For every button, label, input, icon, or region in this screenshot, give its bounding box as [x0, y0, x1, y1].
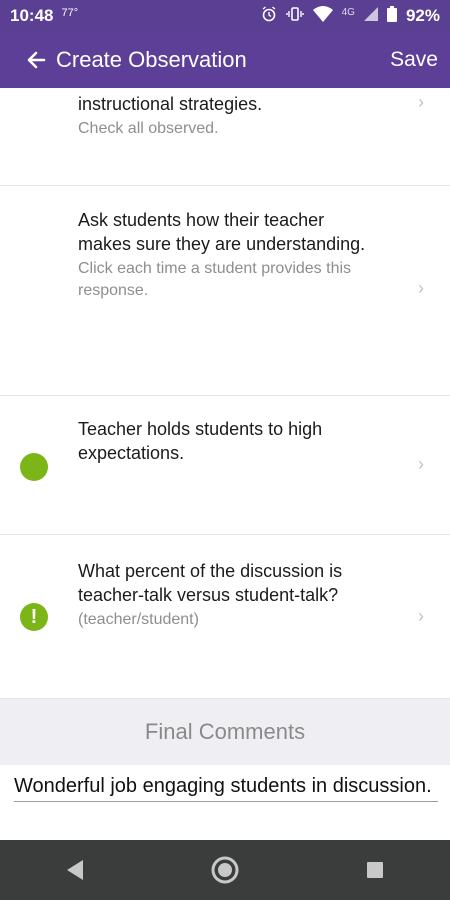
save-button[interactable]: Save — [390, 48, 450, 72]
item-question: Ask students how their teacher makes sur… — [78, 210, 366, 254]
status-bar: 10:48 77° 4G 92% — [0, 0, 450, 32]
square-recents-icon — [367, 862, 383, 878]
nav-recents-button[interactable] — [355, 850, 395, 890]
item-hint: Click each time a student provides this … — [78, 260, 352, 299]
list-item[interactable]: Ask students how their teacher makes sur… — [0, 186, 450, 396]
status-time: 10:48 — [10, 6, 54, 25]
status-temperature: 77° — [61, 7, 79, 19]
item-hint: (teacher/student) — [78, 611, 199, 628]
chevron-right-icon: › — [418, 92, 424, 112]
list-item[interactable]: instructional strategies. Check all obse… — [0, 88, 450, 186]
triangle-back-icon — [67, 860, 83, 880]
status-dot-icon — [20, 453, 48, 481]
wifi-icon — [312, 5, 333, 27]
final-comments-field[interactable]: Wonderful job engaging students in discu… — [14, 775, 438, 802]
list-item[interactable]: ! What percent of the discussion is teac… — [0, 535, 450, 699]
arrow-left-icon — [27, 51, 46, 69]
battery-percent: 92% — [405, 6, 440, 25]
item-question: What percent of the discussion is teache… — [78, 561, 343, 605]
alert-icon: ! — [20, 603, 48, 631]
vibrate-icon — [285, 6, 304, 27]
circle-home-icon — [211, 856, 239, 884]
status-icons: 4G 92% — [261, 5, 440, 27]
chevron-right-icon: › — [418, 278, 424, 298]
final-comments-section: Wonderful job engaging students in discu… — [0, 765, 450, 840]
navigation-bar — [0, 840, 450, 900]
network-4g-icon: 4G — [341, 6, 355, 18]
page-title: Create Observation — [56, 47, 247, 72]
app-bar: Create Observation Save — [0, 32, 450, 88]
nav-back-button[interactable] — [55, 850, 95, 890]
nav-home-button[interactable] — [205, 850, 245, 890]
chevron-right-icon: › — [418, 454, 424, 474]
item-question: instructional strategies. — [78, 94, 263, 114]
list-item[interactable]: Teacher holds students to high expectati… — [0, 396, 450, 535]
final-comments-header: Final Comments — [0, 699, 450, 765]
battery-icon — [386, 5, 397, 27]
item-question: Teacher holds students to high expectati… — [78, 419, 323, 463]
signal-icon — [363, 6, 378, 26]
alarm-icon — [261, 5, 277, 27]
item-hint: Check all observed. — [78, 120, 219, 137]
observation-list: instructional strategies. Check all obse… — [0, 88, 450, 840]
chevron-right-icon: › — [418, 606, 424, 626]
